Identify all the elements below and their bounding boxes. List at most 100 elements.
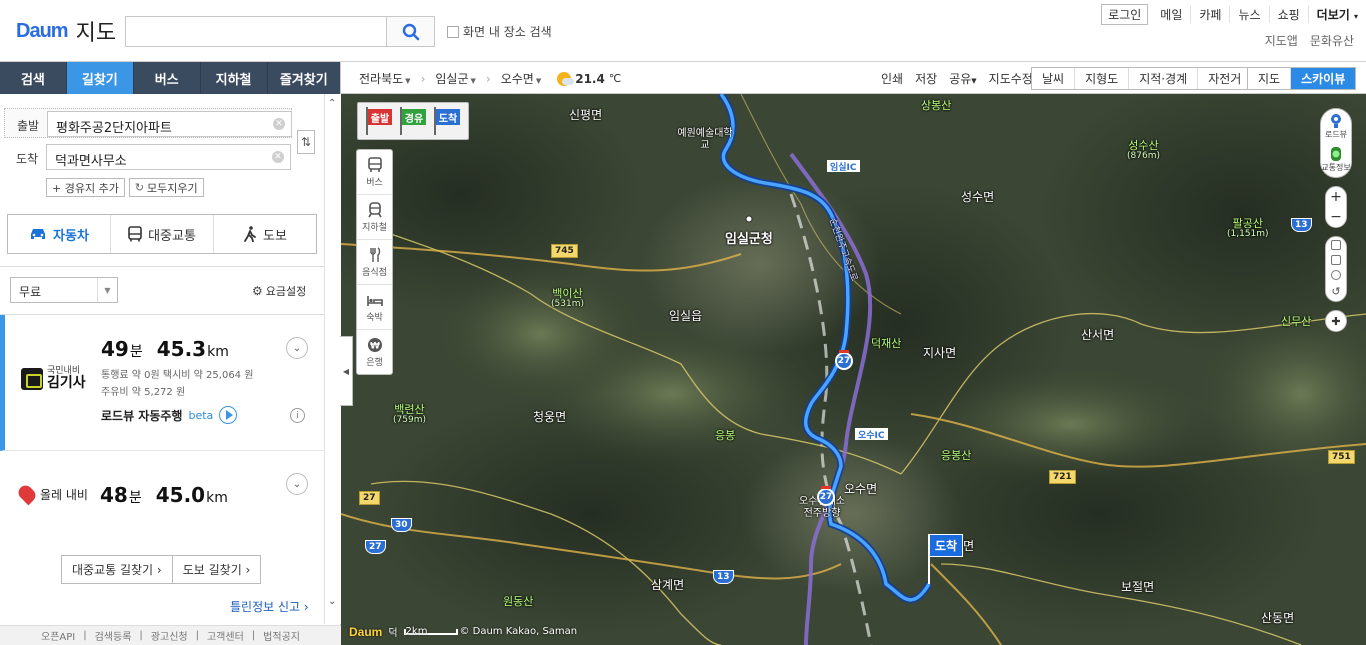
breadcrumb-county-label: 임실군 <box>435 72 469 86</box>
bus-icon <box>128 226 142 242</box>
tab-directions[interactable]: 길찾기 <box>66 62 134 94</box>
route-result-kimgisa[interactable]: 국민내비 김기사 49분 45.3km 통행료 약 0원 택시비 약 25,06… <box>0 315 324 451</box>
footer-support[interactable]: 고객센터 <box>207 628 244 643</box>
mode-transit[interactable]: 대중교통 <box>111 215 214 253</box>
tab-favorites[interactable]: 즐겨찾기 <box>268 62 340 94</box>
start-flag-button[interactable]: 출발 <box>364 107 394 135</box>
play-icon[interactable] <box>219 406 238 424</box>
tab-subway[interactable]: 지하철 <box>201 62 268 94</box>
pin-icon: ✚ <box>1331 314 1341 328</box>
road-number-721: 721 <box>1049 470 1076 484</box>
traffic-button[interactable]: 교통정보 <box>1321 146 1351 173</box>
roadview-drive[interactable]: 로드뷰 자동주행 beta <box>101 406 238 424</box>
breadcrumb-town[interactable]: 오수면 ▼ <box>501 70 542 87</box>
mountain-deokjae-name: 덕재산 <box>871 337 902 350</box>
tab-bus[interactable]: 버스 <box>134 62 201 94</box>
area-icon[interactable] <box>1331 255 1341 265</box>
label-cheongung: 청웅면 <box>533 410 567 424</box>
mountain-eungbongsan: 응봉산 <box>941 449 971 462</box>
fee-setting-button[interactable]: ⚙ 요금설정 <box>252 283 306 299</box>
add-waypoint-button[interactable]: + 경유지 추가 <box>46 178 125 197</box>
nav-mail[interactable]: 메일 <box>1152 6 1190 23</box>
label-seongsu: 성수면 <box>961 190 995 204</box>
map-tool-group: ↺ <box>1325 236 1347 302</box>
expand-chevron-icon[interactable]: ⌄ <box>286 473 308 495</box>
scroll-up-icon[interactable]: ⌃ <box>328 98 336 109</box>
map-canvas[interactable]: 신평면 예원예술대학교 임실군청 임실읍 성수면 지사면 산서면 청웅면 오수면… <box>341 94 1366 645</box>
bus-icon <box>367 156 382 172</box>
search-button[interactable] <box>386 16 435 47</box>
route-fees: 통행료 약 0원 택시비 약 25,064 원 주유비 약 5,272 원 <box>101 367 253 401</box>
nav-shopping[interactable]: 쇼핑 <box>1268 6 1308 23</box>
radius-icon[interactable] <box>1331 270 1341 280</box>
zoom-in-button[interactable]: + <box>1330 187 1342 207</box>
toggle-terrain[interactable]: 지형도 <box>1075 68 1130 89</box>
search-in-view-option[interactable]: 화면 내 장소 검색 <box>447 23 552 40</box>
walk-directions-button[interactable]: 도보 길찾기 › <box>172 555 262 584</box>
footer-legal[interactable]: 법적공지 <box>263 628 300 643</box>
scroll-down-icon[interactable]: ⌄ <box>328 596 336 607</box>
end-flag-label: 도착 <box>436 109 460 125</box>
search-input[interactable] <box>126 17 386 46</box>
end-flag-button[interactable]: 도착 <box>432 107 462 135</box>
transit-directions-button[interactable]: 대중교통 길찾기 › <box>61 555 173 584</box>
save-button[interactable]: 저장 <box>915 70 937 87</box>
destination-field[interactable]: 덕과면사무소 ✕ <box>46 144 291 170</box>
roadview-button[interactable]: 로드뷰 <box>1325 113 1347 140</box>
zoom-out-button[interactable]: − <box>1330 207 1342 227</box>
share-button[interactable]: 공유▼ <box>949 70 976 87</box>
poi-bus-button[interactable]: 버스 <box>357 150 392 195</box>
route-result-olleh[interactable]: 올레 내비 48분 45.0km ⌄ <box>0 451 324 540</box>
report-error-link[interactable]: 틀린정보 신고 › <box>230 598 309 615</box>
map-app-link[interactable]: 지도앱 <box>1265 32 1298 49</box>
tab-search[interactable]: 검색 <box>0 62 67 94</box>
mountain-eungbong-name: 응봉 <box>715 429 736 442</box>
poi-bank-button[interactable]: ₩ 은행 <box>357 330 392 375</box>
weather-widget[interactable]: 21.4 ℃ <box>557 71 621 86</box>
info-icon[interactable]: i <box>290 408 305 423</box>
region-breadcrumb: 전라북도 ▼ › 임실군 ▼ › 오수면 ▼ 21.4 ℃ <box>359 70 621 87</box>
zoom-control: + − <box>1325 186 1347 228</box>
toll-option-select[interactable]: 무료 ▼ <box>10 277 118 303</box>
left-panel-scrollbar[interactable]: ⌃ ⌄ <box>324 94 341 624</box>
search-in-view-checkbox[interactable] <box>447 25 459 38</box>
more-menu[interactable]: 더보기 ▾ <box>1307 6 1358 23</box>
mode-walk-label: 도보 <box>263 228 287 244</box>
map-type-map[interactable]: 지도 <box>1248 68 1292 89</box>
clear-origin-icon[interactable]: ✕ <box>273 118 285 130</box>
nav-news[interactable]: 뉴스 <box>1229 6 1268 23</box>
breadcrumb-province[interactable]: 전라북도 ▼ <box>359 70 411 87</box>
footer-search-register[interactable]: 검색등록 <box>95 628 132 643</box>
location-pin-button[interactable]: ✚ <box>1331 311 1340 331</box>
mode-walk[interactable]: 도보 <box>214 215 316 253</box>
map-type-skyview[interactable]: 스카이뷰 <box>1291 68 1356 89</box>
poi-subway-button[interactable]: 지하철 <box>357 195 392 240</box>
origin-field[interactable]: 평화주공2단지아파트 ✕ <box>47 111 292 137</box>
cultural-heritage-link[interactable]: 문화유산 <box>1310 32 1354 49</box>
clear-all-button[interactable]: ↻ 모두지우기 <box>128 178 204 197</box>
clear-destination-icon[interactable]: ✕ <box>272 151 284 163</box>
breadcrumb-county[interactable]: 임실군 ▼ <box>435 70 476 87</box>
toggle-weather[interactable]: 날씨 <box>1032 68 1076 89</box>
footer-ads[interactable]: 광고신청 <box>151 628 188 643</box>
label-samgye: 삼계면 <box>651 578 685 592</box>
ruler-icon[interactable] <box>1331 240 1341 250</box>
swap-route-button[interactable]: ⇅ <box>297 130 315 154</box>
expand-chevron-icon[interactable]: ⌄ <box>286 337 308 359</box>
road-number-751: 751 <box>1328 450 1355 464</box>
footer-openapi[interactable]: 오픈API <box>41 628 75 643</box>
edit-map-button[interactable]: 지도수정 <box>989 70 1033 87</box>
poi-restaurant-button[interactable]: 음식점 <box>357 240 392 285</box>
destination-flag[interactable]: 도착 <box>929 534 964 557</box>
nav-cafe[interactable]: 카페 <box>1190 6 1229 23</box>
daum-logo[interactable]: Daum 지도 <box>16 18 116 47</box>
toggle-cadastral[interactable]: 지적·경계 <box>1129 68 1199 89</box>
print-button[interactable]: 인쇄 <box>881 70 903 87</box>
mode-car[interactable]: 자동차 <box>8 215 111 253</box>
poi-lodging-button[interactable]: 숙박 <box>357 285 392 330</box>
collapse-panel-button[interactable]: ◀ <box>340 336 353 406</box>
undo-icon[interactable]: ↺ <box>1331 285 1340 298</box>
waypoint-flag-button[interactable]: 경유 <box>398 107 428 135</box>
toggle-bicycle[interactable]: 자전거 <box>1198 68 1252 89</box>
login-button[interactable]: 로그인 <box>1101 4 1149 25</box>
